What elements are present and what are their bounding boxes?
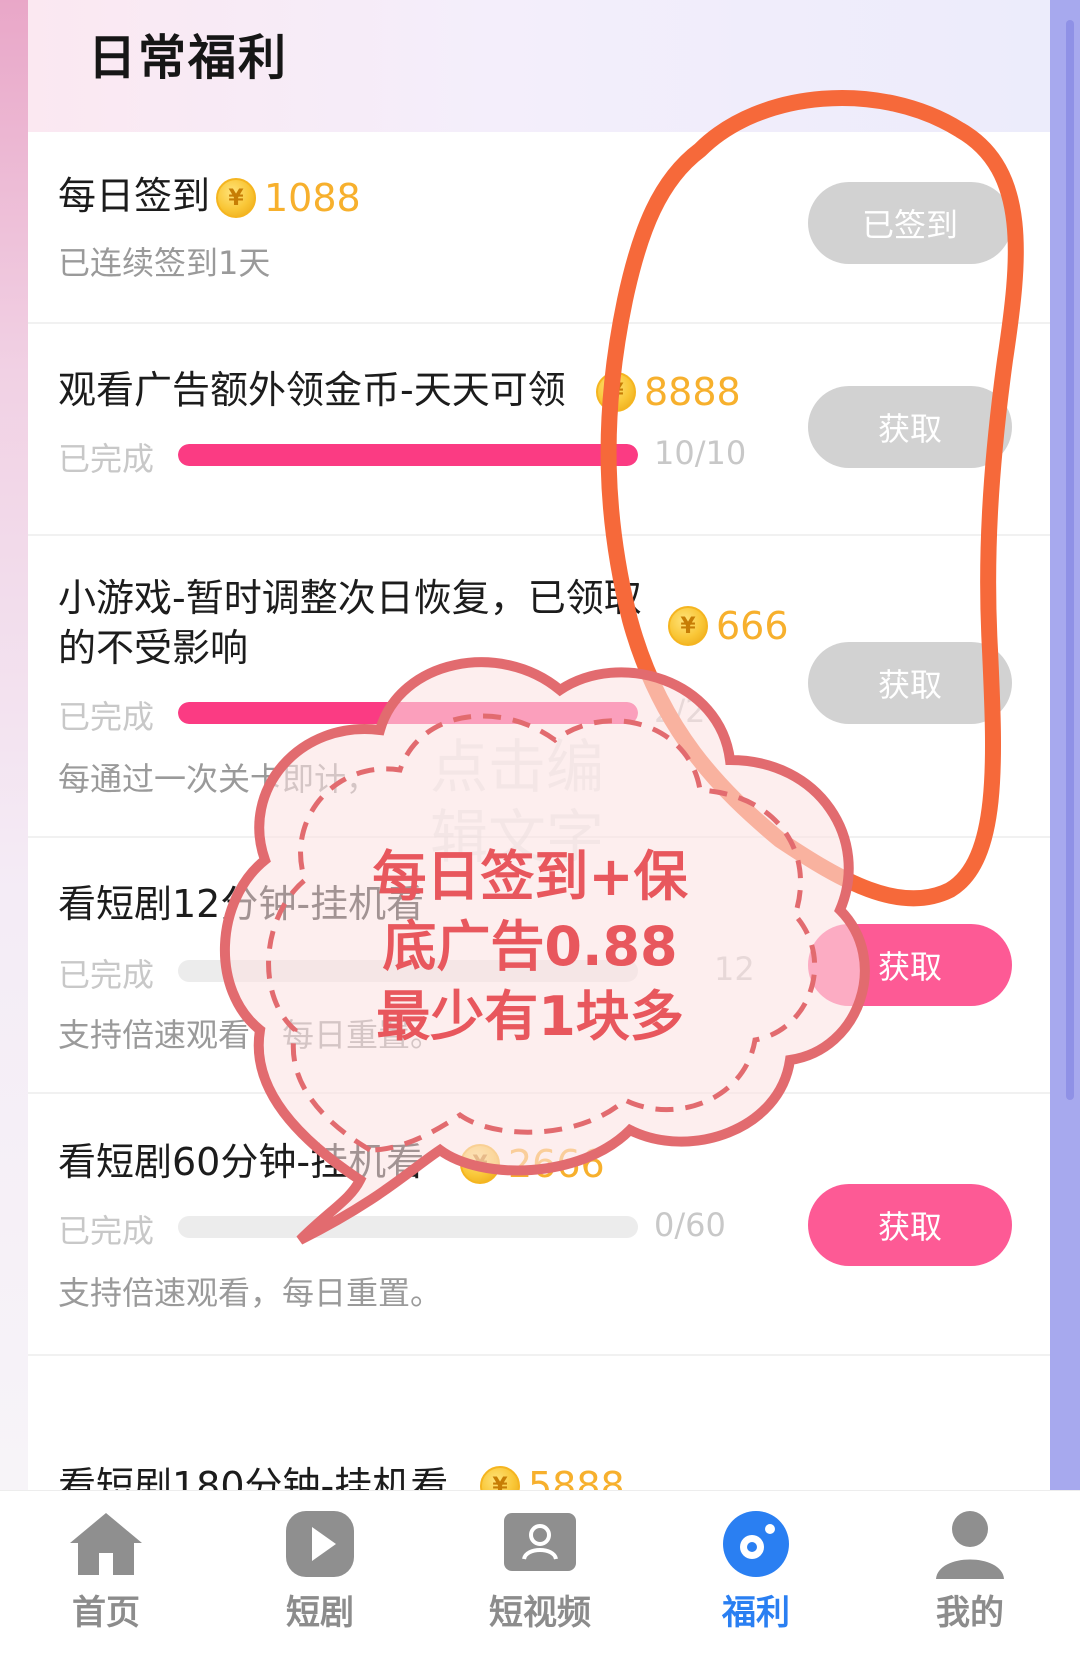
task-watch-60min: 看短剧60分钟-挂机看 ¥ 2666 已完成 0/60 支持倍速观看，每日重置。… — [28, 1094, 1050, 1356]
progress-fill — [178, 444, 638, 466]
task-title-line1: 小游戏-暂时调整次日恢复，已领取 — [58, 576, 642, 620]
reward-amount: 2666 — [508, 1142, 605, 1186]
progress-bar — [178, 702, 638, 724]
tab-label: 短剧 — [286, 1593, 354, 1633]
tab-label: 首页 — [72, 1593, 140, 1633]
progress-count: 2/2 — [654, 692, 706, 730]
progress-count: 12 — [714, 950, 755, 988]
task-watch-ads: 观看广告额外领金币-天天可领 ¥ 8888 已完成 10/10 获取 — [28, 324, 1050, 536]
task-reward: ¥ 5888 — [480, 1464, 625, 1490]
claim-button[interactable]: 获取 — [808, 642, 1012, 724]
reward-amount: 1088 — [264, 176, 361, 220]
signed-in-button[interactable]: 已签到 — [808, 182, 1012, 264]
task-reward: ¥ 1088 — [216, 176, 361, 220]
tab-mine[interactable]: 我的 — [900, 1509, 1040, 1634]
task-title: 看短剧60分钟-挂机看 — [58, 1140, 425, 1184]
scrollbar-thumb[interactable] — [1066, 20, 1074, 1100]
video-person-icon — [504, 1513, 576, 1571]
tab-label: 短视频 — [489, 1593, 591, 1633]
task-reward: ¥ 666 — [668, 604, 789, 648]
page-header: 日常福利 — [28, 0, 1050, 132]
left-edge-decoration — [0, 0, 28, 1490]
claim-button[interactable]: 获取 — [808, 386, 1012, 468]
task-title: 每日签到 — [58, 174, 211, 218]
coin-icon: ¥ — [596, 372, 636, 412]
claim-button[interactable]: 获取 — [808, 1184, 1012, 1266]
done-label: 已完成 — [58, 440, 155, 478]
task-daily-signin: 每日签到 ¥ 1088 已连续签到1天 已签到 — [28, 132, 1050, 324]
play-icon — [286, 1511, 354, 1577]
coin-icon: ¥ — [668, 606, 708, 646]
task-note: 支持倍速观看，每日重置。 — [58, 1274, 443, 1312]
task-title: 观看广告额外领金币-天天可领 — [58, 368, 566, 412]
coin-icon: ¥ — [460, 1144, 500, 1184]
reward-amount: 666 — [716, 604, 789, 648]
scrollbar-track[interactable] — [1050, 0, 1080, 1490]
task-note: 每通过一次关卡即计， — [58, 760, 379, 798]
progress-count: 0/60 — [654, 1206, 726, 1244]
progress-bar — [178, 444, 638, 466]
page-title: 日常福利 — [88, 30, 289, 86]
task-reward: ¥ 8888 — [596, 370, 741, 414]
signin-streak-text: 已连续签到1天 — [58, 244, 271, 282]
done-label: 已完成 — [58, 1212, 155, 1250]
task-watch-180min: 看短剧180分钟-挂机看 ¥ 5888 — [28, 1356, 1050, 1490]
progress-fill — [178, 702, 638, 724]
tab-label: 我的 — [936, 1593, 1004, 1633]
done-label: 已完成 — [58, 956, 155, 994]
tab-welfare[interactable]: 福利 — [686, 1509, 826, 1634]
tab-home[interactable]: 首页 — [36, 1509, 176, 1634]
task-title-line2: 的不受影响 — [58, 626, 249, 670]
task-mini-game: 小游戏-暂时调整次日恢复，已领取 的不受影响 ¥ 666 已完成 2/2 每通过… — [28, 536, 1050, 838]
task-note: 支持倍速观看，每日重置。 — [58, 1016, 443, 1054]
tab-short-video[interactable]: 短视频 — [470, 1509, 610, 1634]
person-icon — [936, 1511, 1004, 1579]
coin-icon: ¥ — [216, 178, 256, 218]
welfare-icon — [723, 1511, 789, 1577]
progress-bar — [178, 960, 638, 982]
claim-button[interactable]: 获取 — [808, 924, 1012, 1006]
home-icon — [70, 1513, 142, 1575]
coin-icon: ¥ — [480, 1466, 520, 1490]
task-title: 看短剧12分钟-挂机看 — [58, 882, 425, 926]
tab-drama[interactable]: 短剧 — [250, 1509, 390, 1634]
task-title: 看短剧180分钟-挂机看 — [58, 1464, 449, 1490]
bottom-tab-bar: 首页 短剧 短视频 福利 我的 — [0, 1490, 1080, 1656]
progress-bar — [178, 1216, 638, 1238]
done-label: 已完成 — [58, 698, 155, 736]
tab-label: 福利 — [722, 1593, 790, 1633]
reward-amount: 8888 — [644, 370, 741, 414]
progress-count: 10/10 — [654, 434, 747, 472]
task-watch-12min: 看短剧12分钟-挂机看 已完成 12 支持倍速观看，每日重置。 获取 — [28, 838, 1050, 1094]
reward-amount: 5888 — [528, 1464, 625, 1490]
task-reward: ¥ 2666 — [460, 1142, 605, 1186]
